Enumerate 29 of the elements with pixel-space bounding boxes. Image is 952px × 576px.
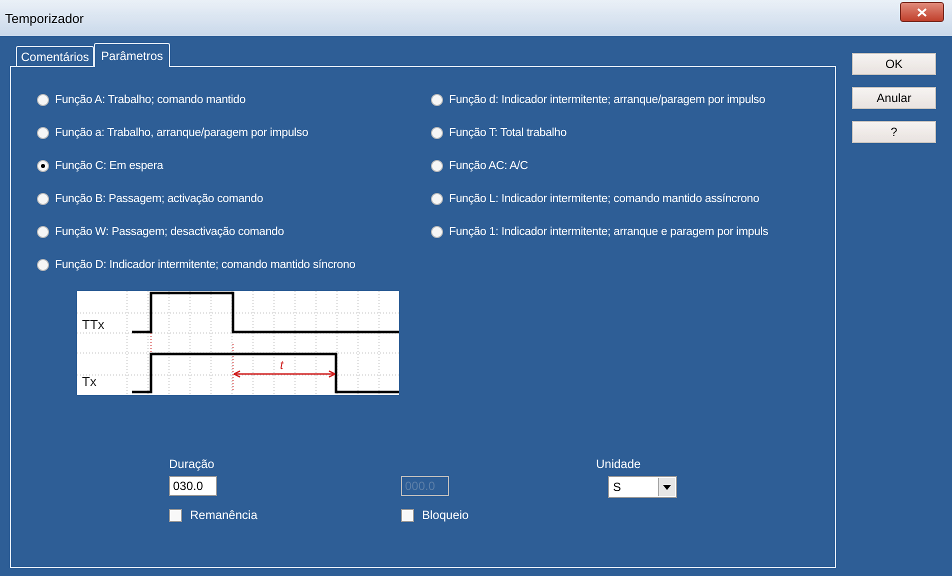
function-radio[interactable]: Função d: Indicador intermitente; arranque/paragem por impulso xyxy=(431,83,825,116)
dialog-button[interactable]: OK xyxy=(852,53,936,75)
unit-label: Unidade xyxy=(596,457,642,472)
function-radio[interactable]: Função C: Em espera xyxy=(37,149,431,182)
function-radio[interactable]: Função T: Total trabalho xyxy=(431,116,825,149)
caret-icon xyxy=(663,484,671,490)
function-radio[interactable]: Função a: Trabalho, arranque/paragem por impulso xyxy=(37,116,431,149)
function-radio[interactable]: Função B: Passagem; activação comando xyxy=(37,182,431,215)
interval-label: t xyxy=(280,358,284,372)
signal-label: Tx xyxy=(82,374,96,389)
tab[interactable]: Parâmetros xyxy=(94,43,170,67)
dialog-button[interactable]: ? xyxy=(852,121,936,143)
duration-field[interactable]: 030.0 xyxy=(169,476,217,496)
function-radio[interactable]: Função W: Passagem; desactivação comando xyxy=(37,215,431,248)
function-radio[interactable]: Função 1: Indicador intermitente; arranque e paragem por impuls xyxy=(431,215,825,248)
tab[interactable]: Comentários xyxy=(16,46,94,66)
dialog-button[interactable]: Anular xyxy=(852,87,936,109)
close-button[interactable] xyxy=(900,2,944,22)
duration-label: Duração xyxy=(169,457,216,472)
close-icon xyxy=(917,8,927,16)
lock-checkbox[interactable]: Bloqueio xyxy=(401,508,596,522)
function-radio[interactable]: Função A: Trabalho; comando mantido xyxy=(37,83,431,116)
function-radio[interactable]: Função AC: A/C xyxy=(431,149,825,182)
signal-label: TTx xyxy=(82,317,104,332)
remanence-checkbox[interactable]: Remanência xyxy=(169,508,401,522)
unit-dropdown[interactable]: S xyxy=(608,476,677,498)
window-title: Temporizador xyxy=(5,10,84,26)
function-radio[interactable]: Função D: Indicador intermitente; comando mantido síncrono xyxy=(37,248,431,281)
function-radio[interactable]: Função L: Indicador intermitente; comando mantido assíncrono xyxy=(431,182,825,215)
